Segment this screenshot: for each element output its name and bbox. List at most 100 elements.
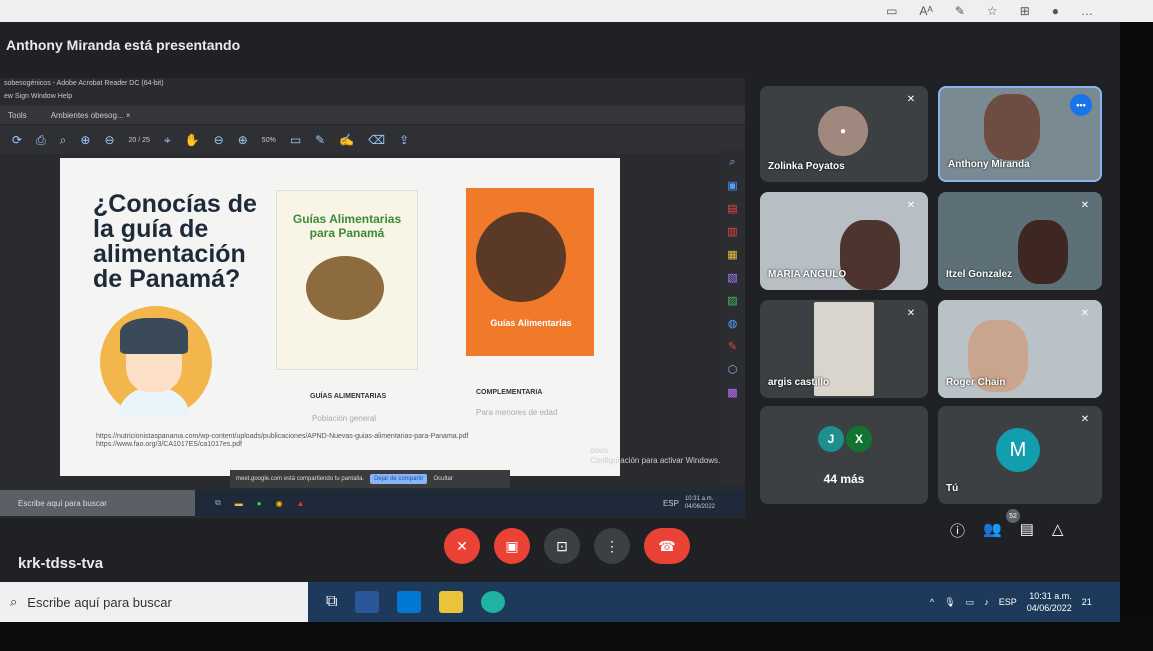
window-icon[interactable]: ▭ (886, 4, 897, 18)
call-controls: ✕ ▣ ⊡ ⋮ ☎ (444, 528, 690, 564)
zoom-in-icon[interactable]: ⊕ (238, 133, 248, 147)
export-pdf-icon[interactable]: ▣ (727, 179, 737, 192)
pen-icon[interactable]: ✎ (315, 133, 325, 147)
file-explorer-icon[interactable] (439, 591, 464, 613)
next-page-icon[interactable]: ⊖ (104, 133, 114, 147)
profile-icon[interactable]: ● (1052, 4, 1059, 18)
text-size-icon[interactable]: Aᴬ (919, 4, 932, 18)
sign-icon[interactable]: ✍ (339, 133, 354, 147)
edit-pdf-icon[interactable]: ▥ (727, 225, 737, 238)
tab-tools[interactable]: Tools (8, 111, 27, 120)
zoom-level[interactable]: 50% (262, 137, 276, 144)
comment-icon[interactable]: ▭ (290, 133, 301, 147)
acrobat-side-panel: ⌕ ▣ ▤ ▥ ▦ ▧ ▨ ◍ ✎ ⬡ ▩ (720, 150, 745, 485)
slide-title: ¿Conocías de la guía de alimentación de … (93, 190, 257, 293)
outlook-icon[interactable] (397, 591, 422, 613)
fill-sign-icon[interactable]: ✎ (728, 340, 737, 353)
acrobat-tabs: Tools Ambientes obesog... × (0, 106, 745, 124)
task-view-icon[interactable]: ⧉ (215, 498, 221, 508)
leave-call-button[interactable]: ☎ (644, 528, 690, 564)
camera-off-button[interactable]: ▣ (494, 528, 530, 564)
mic-off-icon: ✕ (1080, 200, 1090, 211)
more-participants-tile[interactable]: J X 44 más (760, 406, 928, 504)
share-icon[interactable]: ⇪ (399, 133, 409, 147)
delete-icon[interactable]: ⌫ (368, 133, 385, 147)
collections-icon[interactable]: ⊞ (1020, 4, 1030, 18)
volume-icon[interactable]: ♪ (984, 597, 989, 607)
explorer-icon[interactable]: ▬ (235, 499, 243, 508)
url-line-1: https://nutricionistaspanama.com/wp-cont… (96, 433, 469, 440)
people-icon[interactable]: 👥 (983, 520, 1002, 541)
present-button[interactable]: ⊡ (544, 528, 580, 564)
participant-name: MARIA ANGULO (768, 269, 847, 280)
mic-off-icon: ✕ (1080, 414, 1090, 425)
participant-tile[interactable]: ✕ MARIA ANGULO (760, 192, 928, 290)
mic-icon[interactable]: 🎙 (944, 597, 955, 608)
participant-tile[interactable]: ● ✕ Zolinka Poyatos (760, 86, 928, 182)
participant-tile-active[interactable]: ••• Anthony Miranda (938, 86, 1102, 182)
food-plate-image (306, 256, 384, 320)
pdf-icon[interactable]: ▲ (297, 499, 305, 508)
word-icon[interactable] (355, 591, 380, 613)
favorites-icon[interactable]: ☆ (987, 4, 998, 18)
create-pdf-icon[interactable]: ▤ (727, 202, 737, 215)
read-aloud-icon[interactable]: ✎ (955, 4, 965, 18)
whatsapp-icon[interactable]: ● (257, 499, 262, 508)
compress-icon[interactable]: ◍ (728, 317, 738, 330)
doctor-hair (120, 318, 188, 354)
chevron-up-icon[interactable]: ^ (930, 597, 934, 607)
protect-icon[interactable]: ⬡ (728, 363, 738, 376)
print-icon[interactable]: ⎙ (36, 133, 46, 148)
zoom-tool-icon[interactable]: ⌕ (729, 156, 735, 169)
more-icon[interactable]: … (1081, 4, 1093, 18)
chrome-icon[interactable]: ◉ (276, 499, 283, 508)
participant-tile[interactable]: ✕ Itzel Gonzalez (938, 192, 1102, 290)
organize-icon[interactable]: ▨ (727, 294, 737, 307)
hand-icon[interactable]: ✋ (185, 133, 200, 147)
share-status-text: meet.google.com está compartiendo tu pan… (236, 476, 365, 482)
self-tile[interactable]: M ✕ Tú (938, 406, 1102, 504)
hide-button[interactable]: Ocultar (433, 476, 452, 482)
notifications-badge[interactable]: 21 (1082, 597, 1092, 607)
upload-icon[interactable]: ⟳ (12, 133, 22, 147)
comment-tool-icon[interactable]: ▦ (727, 248, 737, 261)
source-urls: https://nutricionistaspanama.com/wp-cont… (96, 433, 566, 449)
info-icon[interactable]: ⓘ (950, 520, 965, 541)
search-placeholder: Escribe aquí para buscar (27, 594, 172, 610)
language-indicator[interactable]: ESP (999, 597, 1017, 607)
task-view-icon[interactable]: ⧉ (326, 593, 337, 611)
participant-tile[interactable]: ✕ Roger Chain (938, 300, 1102, 398)
acrobat-menu: ew Sign Window Help (4, 93, 73, 100)
presenting-label: Anthony Miranda está presentando (6, 37, 241, 53)
zoom-out-icon[interactable]: ⊖ (214, 133, 224, 147)
clock[interactable]: 10:31 a.m. 04/06/2022 (1027, 590, 1072, 614)
more-options-button[interactable]: ⋮ (594, 528, 630, 564)
participant-tile[interactable]: ✕ argis castillo (760, 300, 928, 398)
url-line-2: https://www.fao.org/3/CA1017ES/ca1017es.… (96, 441, 242, 448)
inner-clock: 10:31 a.m. 04/06/2022 (684, 496, 715, 510)
select-icon[interactable]: ⌖ (164, 133, 171, 148)
book1-title: Guías Alimentarias para Panamá (292, 212, 402, 240)
activities-icon[interactable]: △ (1052, 520, 1064, 541)
avatar: X (846, 426, 872, 452)
mic-off-button[interactable]: ✕ (444, 528, 480, 564)
caption-complementary: COMPLEMENTARIA (476, 389, 543, 396)
chat-icon[interactable]: ▤ (1020, 520, 1034, 541)
video-feed (984, 94, 1040, 160)
meeting-code: krk-tdss-tva (18, 555, 104, 572)
taskbar-search[interactable]: ⌕ Escribe aquí para buscar (0, 582, 308, 622)
inner-lang: ESP (662, 498, 679, 508)
stop-sharing-button[interactable]: Dejar de compartir (370, 474, 428, 484)
inner-search-box[interactable]: Escribe aquí para buscar (0, 490, 195, 516)
network-icon[interactable]: ▭ (966, 597, 975, 608)
more-tools-icon[interactable]: ▩ (727, 386, 737, 399)
page-indicator[interactable]: 20 / 25 (129, 137, 150, 144)
prev-page-icon[interactable]: ⊕ (80, 133, 90, 147)
search-icon[interactable]: ⌕ (60, 133, 67, 148)
windows-activation-notice: dows Configuración para activar Windows. (590, 446, 721, 465)
tab-document[interactable]: Ambientes obesog... × (51, 111, 131, 120)
meeting-side-controls: ⓘ 👥 ▤ △ (950, 520, 1063, 541)
participant-name: argis castillo (768, 377, 830, 388)
edge-icon[interactable] (481, 591, 506, 613)
combine-icon[interactable]: ▧ (727, 271, 737, 284)
